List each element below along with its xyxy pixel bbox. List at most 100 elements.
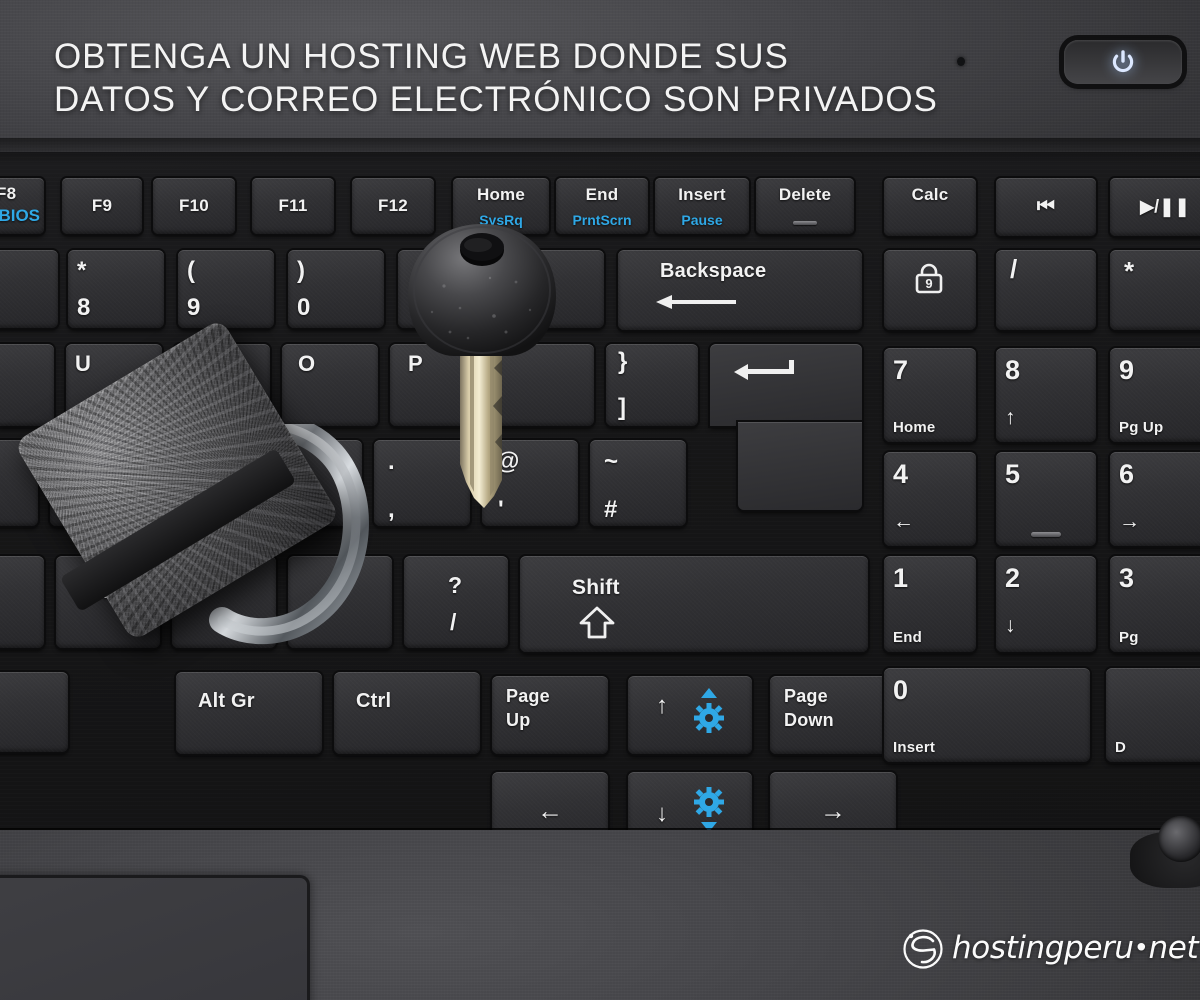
numpad-4-num: 4 (893, 459, 909, 489)
numpad-8-num: 8 (1005, 355, 1021, 385)
down-arrow-icon: ↓ (656, 800, 669, 827)
brand-name: hostingperu (952, 930, 1134, 966)
key-numpad-6[interactable]: 6 → (1110, 452, 1200, 546)
key-numpad-4[interactable]: 4 ← (884, 452, 976, 546)
prev-track-icon: ⏮ (1036, 195, 1056, 218)
key-numpad-7[interactable]: 7 Home (884, 348, 976, 442)
brightness-up-gear-icon (690, 686, 728, 741)
backspace-left-arrow-icon (654, 294, 738, 315)
key-numpad-2[interactable]: 2 ↓ (996, 556, 1096, 652)
svg-text:9: 9 (925, 276, 932, 291)
brand-tld: net (1148, 930, 1199, 966)
numpad-2-fn-down-arrow-icon: ↓ (1005, 614, 1016, 637)
key-enter-bottom[interactable] (738, 422, 862, 510)
key-end-label: End (585, 185, 619, 204)
key-calc[interactable]: Calc (884, 178, 976, 236)
key-page-up-line2: Up (506, 710, 531, 730)
up-arrow-icon: ↑ (656, 692, 669, 719)
key-page-down[interactable]: Page Down (770, 676, 896, 754)
key-play-pause[interactable]: ▶/❚❚ (1110, 178, 1200, 236)
key-numpad-8[interactable]: 8 ↑ (996, 348, 1096, 442)
key-page-up[interactable]: Page Up (492, 676, 608, 754)
key-insert-label: Insert (678, 185, 726, 204)
numpad-4-fn-left-arrow-icon: ← (893, 510, 915, 533)
key-9-lower: 9 (187, 294, 201, 321)
key-f9-label: F9 (91, 196, 113, 215)
key-calc-label: Calc (911, 185, 949, 204)
key-backspace-label: Backspace (660, 260, 767, 282)
numpad-0-fn: Insert (893, 739, 936, 756)
brand-logo-text: hostingperu•net (952, 930, 1199, 966)
key-hash[interactable]: ~ # (590, 440, 686, 526)
key-numpad-slash[interactable]: / (996, 250, 1096, 330)
bezel-shadow (0, 138, 1200, 164)
key-f12-label: F12 (378, 196, 408, 215)
key-7[interactable] (0, 250, 58, 328)
key-y[interactable] (0, 344, 54, 426)
key-bracket[interactable]: } ] (606, 344, 698, 426)
key-numpad-asterisk[interactable]: * (1110, 250, 1200, 330)
key-numpad-9[interactable]: 9 Pg Up (1110, 348, 1200, 442)
trackpad[interactable] (0, 875, 310, 1000)
key-f10[interactable]: F10 (153, 178, 235, 234)
key-f11[interactable]: F11 (252, 178, 334, 234)
key-8-upper: * (77, 257, 87, 284)
key-insert-sub: Pause (681, 212, 723, 228)
right-arrow-icon: → (819, 795, 847, 826)
key-0-upper: ) (297, 257, 306, 284)
numpad-8-fn-up-arrow-icon: ↑ (1005, 406, 1016, 429)
power-jack (1130, 816, 1200, 888)
key-8[interactable]: * 8 (68, 250, 164, 328)
left-arrow-icon: ← (536, 795, 564, 826)
brand-dot: • (1133, 933, 1149, 964)
numpad-9-fn: Pg Up (1119, 419, 1164, 436)
brand-logo[interactable]: hostingperu•net (900, 925, 1199, 971)
numpad-3-num: 3 (1119, 563, 1135, 593)
key-f9[interactable]: F9 (62, 178, 142, 234)
advertisement-banner: F8 BIOS F9 F10 F11 F12 Home SysRq End Pr… (0, 0, 1200, 1000)
key-9[interactable]: ( 9 (178, 250, 274, 328)
power-button[interactable] (1064, 40, 1182, 84)
key-f8-sub: BIOS (0, 206, 40, 225)
numpad-asterisk-label: * (1124, 256, 1135, 286)
key-numpad-0[interactable]: 0 Insert (884, 668, 1090, 762)
numlock-padlock-9-icon: 9 (912, 262, 946, 301)
key-page-down-line1: Page (784, 686, 828, 706)
key-hash-lower: # (604, 496, 618, 523)
key-0[interactable]: ) 0 (288, 250, 384, 328)
key-numpad-5[interactable]: 5 (996, 452, 1096, 546)
key-backspace[interactable]: Backspace (618, 250, 862, 330)
key-f8-label: F8 (0, 184, 17, 203)
numpad-9-num: 9 (1119, 355, 1135, 385)
key-alt[interactable] (0, 672, 68, 752)
key-delete[interactable]: Delete (756, 178, 854, 234)
numpad-5-home-bump-icon (1031, 532, 1061, 537)
headline-line-2: DATOS Y CORREO ELECTRÓNICO SON PRIVADOS (54, 79, 938, 119)
key-n[interactable] (0, 556, 44, 648)
key-0-lower: 0 (297, 294, 311, 321)
key-numpad-1[interactable]: 1 End (884, 556, 976, 652)
key-numpad-3[interactable]: 3 Pg (1110, 556, 1200, 652)
key-insert-pause[interactable]: Insert Pause (655, 178, 749, 234)
key-8-lower: 8 (77, 294, 91, 321)
key-prev-track[interactable]: ⏮ (996, 178, 1096, 236)
key-numpad-decimal[interactable]: D (1106, 668, 1200, 762)
key-delete-label: Delete (778, 185, 832, 204)
key-hash-upper: ~ (604, 448, 619, 475)
numpad-7-num: 7 (893, 355, 909, 385)
power-icon (1110, 49, 1136, 75)
key-enter-top[interactable] (710, 344, 862, 426)
key-shift-right[interactable]: Shift (520, 556, 868, 652)
key-f8[interactable]: F8 BIOS (0, 178, 44, 234)
key-numlock[interactable]: 9 (884, 250, 976, 330)
shift-up-arrow-icon (578, 606, 616, 645)
headline-line-1: OBTENGA UN HOSTING WEB DONDE SUS (54, 37, 789, 76)
numpad-2-num: 2 (1005, 563, 1021, 593)
key-arrow-up[interactable]: ↑ (628, 676, 752, 754)
numpad-0-num: 0 (893, 675, 909, 705)
numpad-6-fn-right-arrow-icon: → (1119, 510, 1141, 533)
numpad-1-num: 1 (893, 563, 909, 593)
numpad-6-num: 6 (1119, 459, 1135, 489)
numpad-5-num: 5 (1005, 459, 1021, 489)
padlock-object (13, 318, 369, 652)
